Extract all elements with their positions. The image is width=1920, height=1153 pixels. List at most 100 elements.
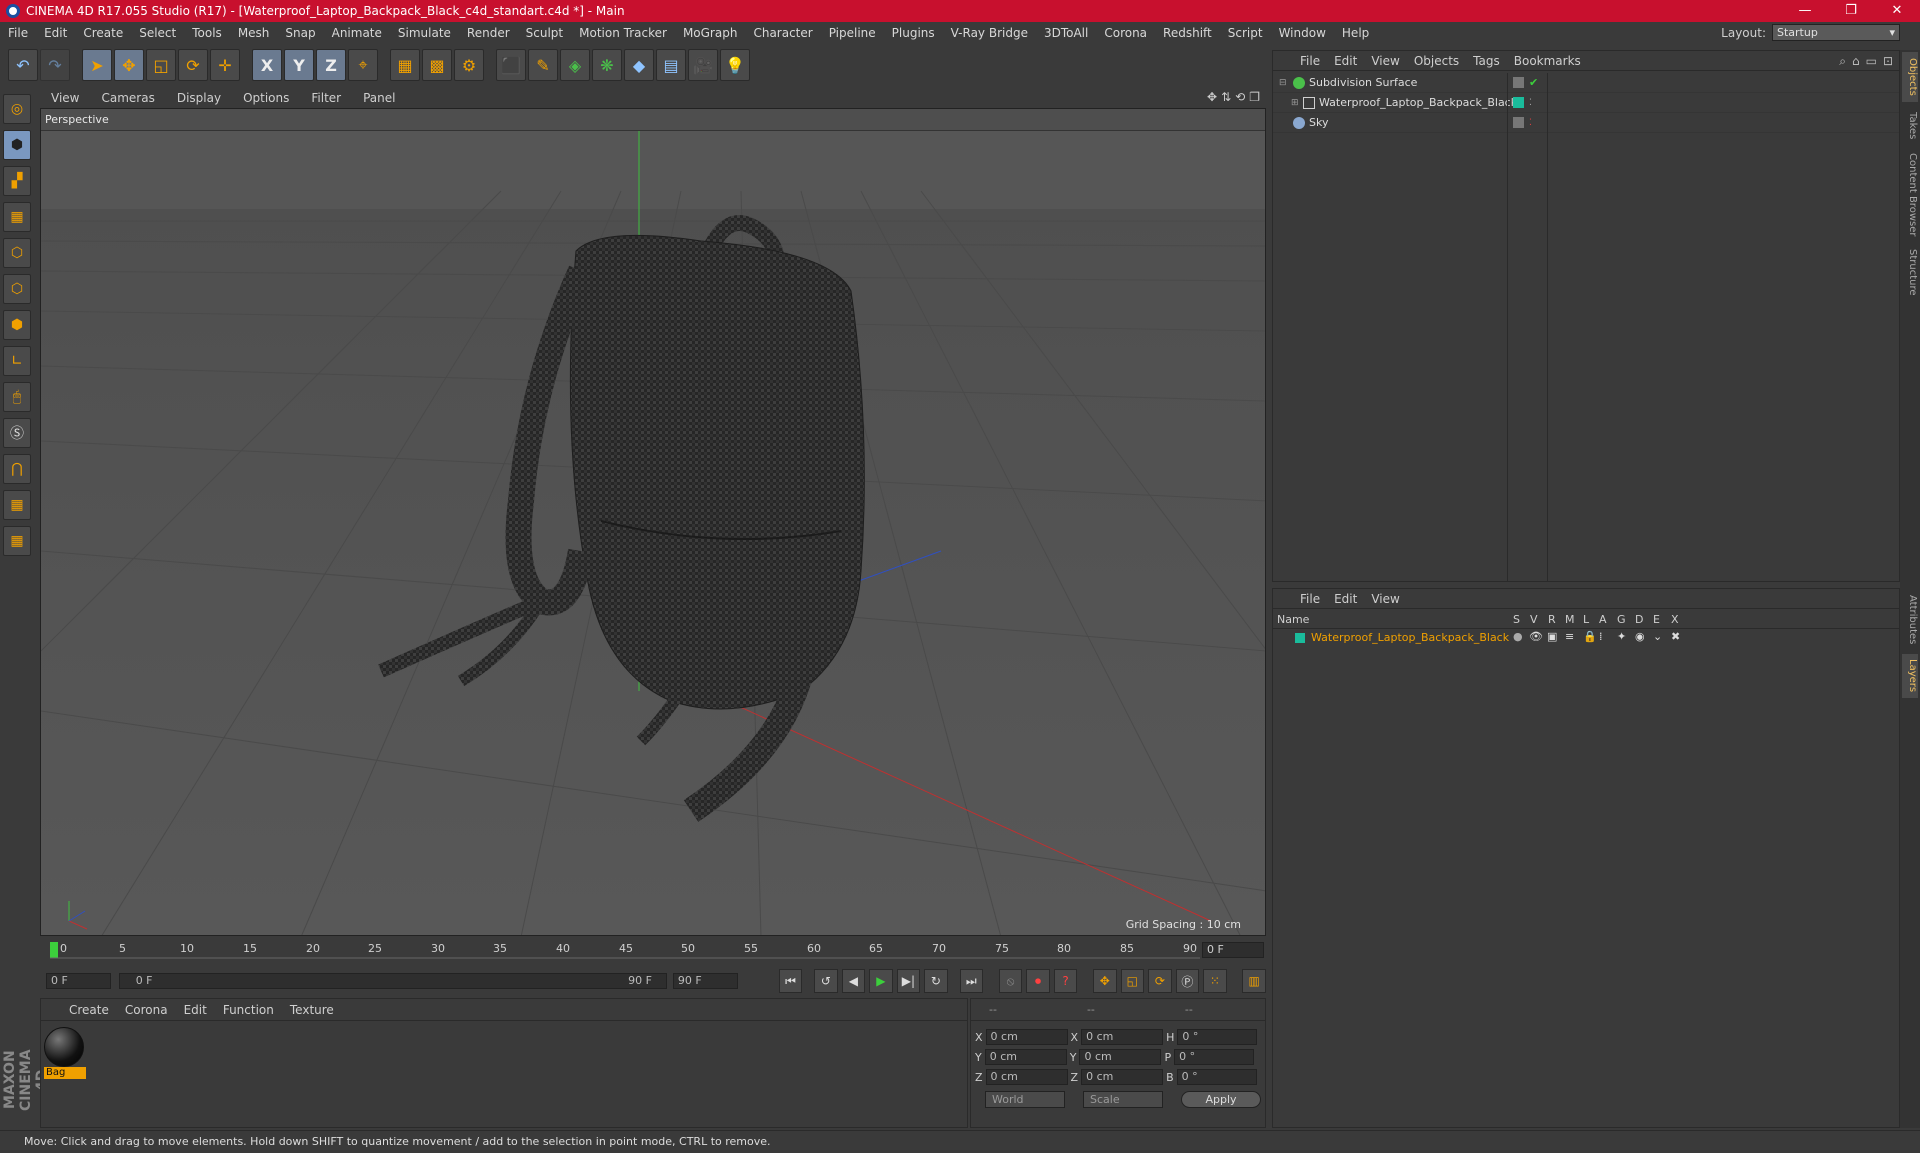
menu-create[interactable]: Create [75,26,131,40]
render-view-icon[interactable]: ▦ [390,49,420,81]
material-menu-function[interactable]: Function [215,1003,282,1017]
menu-motion-tracker[interactable]: Motion Tracker [571,26,675,40]
visibility-dot-icon[interactable] [1513,117,1524,128]
orbit-icon[interactable]: ⟲ [1235,90,1245,104]
z-axis-icon[interactable]: Z [316,49,346,81]
frame-range-slider[interactable]: 0 F 90 F [118,973,667,989]
menu-script[interactable]: Script [1220,26,1271,40]
lock-workplane-icon[interactable]: ▦ [3,490,31,520]
menu-mograph[interactable]: MoGraph [675,26,746,40]
current-frame-field[interactable]: 0 F [1202,942,1264,958]
perspective-viewport[interactable]: Perspective Grid Spacing: 10 cm [40,108,1266,936]
viewport-menu-cameras[interactable]: Cameras [90,91,165,105]
enabled-check-icon[interactable]: ✔ [1529,76,1538,89]
material-menu-texture[interactable]: Texture [282,1003,342,1017]
layers-menu-view[interactable]: View [1364,592,1406,606]
edit-render-settings-icon[interactable]: ⚙ [454,49,484,81]
tab-takes[interactable]: Takes [1902,106,1918,146]
material-swatch[interactable]: Bag [44,1027,86,1079]
viewport-menu-display[interactable]: Display [166,91,232,105]
timeline-ruler[interactable]: 0 5 10 15 20 25 30 35 40 45 50 55 60 65 … [50,940,1200,962]
layer-deformer-icon[interactable]: ◉ [1635,630,1645,643]
timeline-window-icon[interactable]: ▥ [1242,969,1266,993]
playhead-marker[interactable] [50,942,58,958]
viewport-menu-filter[interactable]: Filter [300,91,352,105]
cube-icon[interactable]: ⬛ [496,49,526,81]
menu-help[interactable]: Help [1334,26,1377,40]
menu-animate[interactable]: Animate [324,26,390,40]
render-picture-viewer-icon[interactable]: ▩ [422,49,452,81]
tweak-mode-icon[interactable]: 🖱 [3,382,31,412]
size-y-field[interactable]: 0 cm [1079,1049,1162,1065]
tab-objects[interactable]: Objects [1902,52,1918,102]
prev-frame-icon[interactable]: ◀ [841,969,866,993]
layer-manager-icon[interactable]: ≡ [1565,630,1574,643]
tab-layers[interactable]: Layers [1902,654,1918,698]
objects-menu-view[interactable]: View [1364,54,1406,68]
snap-icon[interactable]: ⋂ [3,454,31,484]
scale-icon[interactable]: ◱ [146,49,176,81]
expand-panel-icon[interactable]: ⊡ [1883,54,1893,69]
apply-button[interactable]: Apply [1181,1091,1261,1108]
next-key-icon[interactable]: ↻ [924,969,948,993]
layer-solo-icon[interactable]: ● [1513,630,1523,643]
material-menu-create[interactable]: Create [61,1003,117,1017]
viewport-menu-view[interactable]: View [40,91,90,105]
menu-redshift[interactable]: Redshift [1155,26,1220,40]
menu-corona[interactable]: Corona [1096,26,1155,40]
end-frame-field[interactable]: 90 F [672,973,738,989]
y-axis-icon[interactable]: Y [284,49,314,81]
material-menu-edit[interactable]: Edit [176,1003,215,1017]
key-pla-icon[interactable]: ⁙ [1203,969,1227,993]
transform-icon[interactable]: ✛ [210,49,240,81]
visibility-dots-icon[interactable]: ⁚ [1529,98,1532,108]
motion-record-icon[interactable]: ⦸ [998,969,1023,993]
x-axis-icon[interactable]: X [252,49,282,81]
close-button[interactable]: ✕ [1874,0,1920,22]
menu-pipeline[interactable]: Pipeline [821,26,884,40]
rotate-icon[interactable]: ⟳ [178,49,208,81]
move-icon[interactable]: ✥ [114,49,144,81]
size-z-field[interactable]: 0 cm [1081,1069,1164,1085]
coordinate-mode-dropdown[interactable]: World [985,1091,1065,1108]
layers-menu-file[interactable]: File [1293,592,1327,606]
rotation-b-field[interactable]: 0 ° [1176,1069,1257,1085]
solo-mode-icon[interactable]: Ⓢ [3,418,31,448]
layer-view-icon[interactable]: 👁 [1529,630,1543,643]
mograph-cloner-icon[interactable]: ❋ [592,49,622,81]
expand-toggle-icon[interactable]: ⊞ [1291,98,1299,108]
tab-structure[interactable]: Structure [1902,244,1918,300]
menu-edit[interactable]: Edit [36,26,75,40]
layer-row[interactable]: Waterproof_Laptop_Backpack_Black ● 👁 ▣ ≡… [1273,629,1899,647]
menu-sculpt[interactable]: Sculpt [518,26,571,40]
menu-vray-bridge[interactable]: V-Ray Bridge [943,26,1036,40]
objects-menu-bookmarks[interactable]: Bookmarks [1507,54,1588,68]
size-x-field[interactable]: 0 cm [1081,1029,1164,1045]
minimize-button[interactable]: — [1782,0,1828,22]
select-arrow-icon[interactable]: ➤ [82,49,112,81]
coordinate-system-icon[interactable]: ⌖ [348,49,378,81]
start-frame-field[interactable]: 0 F [46,973,111,989]
menu-select[interactable]: Select [131,26,184,40]
key-scale-icon[interactable]: ◱ [1120,969,1145,993]
rotation-h-field[interactable]: 0 ° [1177,1029,1258,1045]
search-icon[interactable]: ⌕ [1839,54,1846,69]
redo-icon[interactable]: ↷ [40,49,70,81]
layer-generator-icon[interactable]: ✦ [1617,630,1626,643]
layer-animation-icon[interactable]: ⁞ [1599,630,1603,643]
menu-snap[interactable]: Snap [277,26,323,40]
layer-expression-icon[interactable]: ⌄ [1653,630,1662,643]
subdivision-icon[interactable]: ◈ [560,49,590,81]
prev-key-icon[interactable]: ↺ [814,969,838,993]
workplane-mode-icon[interactable]: ▦ [3,202,31,232]
object-row-sky[interactable]: Sky ⁚ [1273,113,1899,133]
edges-mode-icon[interactable]: ⬡ [3,274,31,304]
undo-icon[interactable]: ↶ [8,49,38,81]
toggle-layout-icon[interactable]: ❐ [1249,90,1260,104]
dolly-icon[interactable]: ⇅ [1221,90,1231,104]
maximize-button[interactable]: ❐ [1828,0,1874,22]
minimize-panel-icon[interactable]: ▭ [1866,54,1877,69]
layer-render-icon[interactable]: ▣ [1547,630,1557,643]
position-y-field[interactable]: 0 cm [984,1049,1067,1065]
light-icon[interactable]: 💡 [720,49,750,81]
